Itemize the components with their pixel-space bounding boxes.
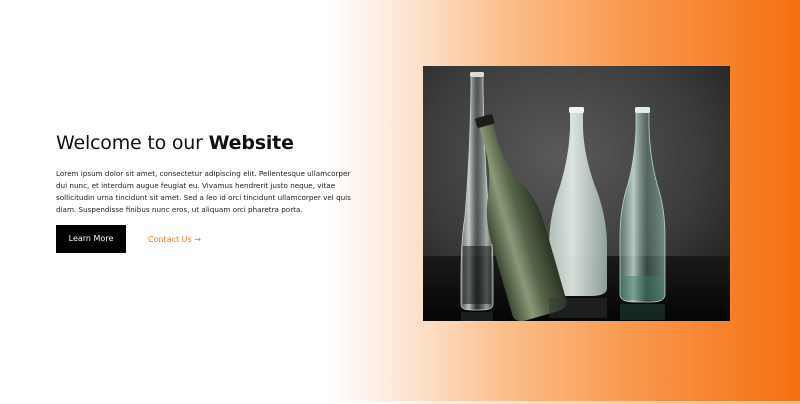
- page-title: Welcome to our Website: [56, 132, 366, 154]
- contact-us-label: Contact Us: [148, 234, 192, 244]
- reflection: [461, 312, 493, 321]
- arrow-right-icon: →: [194, 234, 201, 244]
- hero-actions: Learn More Contact Us →: [56, 225, 201, 253]
- reflection: [549, 298, 607, 318]
- title-emphasis: Website: [208, 132, 294, 154]
- glass-bottles-photo: [423, 66, 730, 321]
- hero-description: Lorem ipsum dolor sit amet, consectetur …: [56, 169, 351, 214]
- title-lead: Welcome to our: [56, 132, 209, 154]
- hero-image: [423, 66, 730, 321]
- hero-section: Welcome to our Website Lorem ipsum dolor…: [56, 132, 366, 253]
- learn-more-button[interactable]: Learn More: [56, 225, 126, 253]
- contact-us-link[interactable]: Contact Us →: [148, 235, 201, 244]
- reflection: [620, 304, 665, 320]
